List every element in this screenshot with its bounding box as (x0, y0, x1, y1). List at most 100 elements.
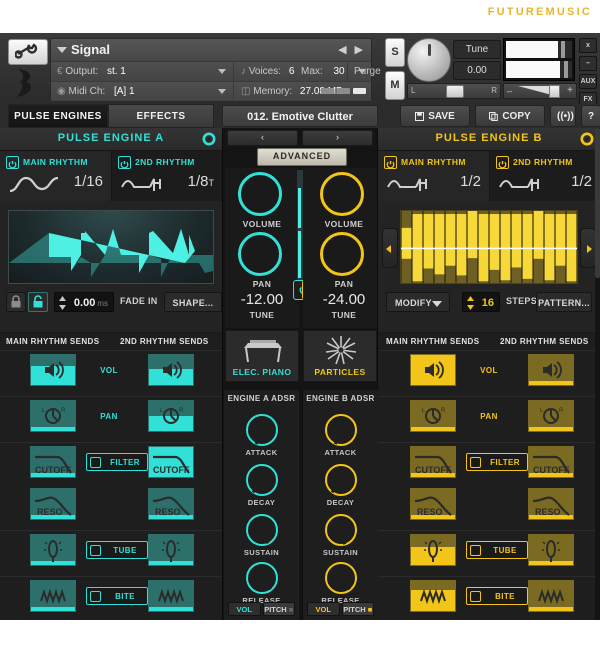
scrollbar-thumb[interactable] (595, 128, 600, 278)
solo-button[interactable]: S (385, 38, 405, 67)
power-icon[interactable] (118, 156, 131, 169)
engine-a-attack-knob[interactable] (245, 414, 278, 446)
send-slot-second[interactable]: RESO (528, 488, 574, 520)
engine-b-pan-knob[interactable] (320, 232, 364, 276)
engine-b-attack-knob[interactable] (324, 414, 357, 446)
help-button[interactable]: ? (581, 105, 600, 127)
engine-b-second-rhythm[interactable]: 2ND RHYTHM 1/2 (489, 151, 600, 201)
preset-name[interactable]: 012. Emotive Clutter (222, 105, 378, 127)
engine-b-decay-knob[interactable] (324, 464, 357, 496)
engine-b-second-division[interactable]: 1/2 (571, 173, 592, 190)
shape-button[interactable]: SHAPE... (164, 292, 222, 312)
engine-a-pan-knob[interactable] (238, 232, 282, 276)
engine-a-second-division[interactable]: 1/8T (188, 173, 214, 190)
send-slot-second[interactable] (148, 354, 194, 386)
engine-b-main-rhythm[interactable]: MAIN RHYTHM 1/2 (378, 151, 489, 201)
engine-b-sustain-knob[interactable] (324, 514, 357, 546)
engine-b-step-sequencer[interactable] (400, 210, 578, 284)
tab-pulse-engines[interactable]: PULSE ENGINES (8, 104, 108, 128)
fade-in-value-field[interactable]: 0.00 ms (54, 292, 114, 312)
midi-channel-field[interactable]: ◉ Midi Ch: [A] 1 (57, 82, 135, 101)
engine-a-sustain-knob[interactable] (245, 514, 278, 546)
send-slot-second[interactable]: CUTOFF (528, 446, 574, 478)
send-toggle-bite[interactable]: BITE (466, 587, 528, 605)
volume-slider[interactable]: – + (503, 83, 577, 99)
tune-value[interactable]: 0.00 (453, 61, 501, 80)
send-slot-main[interactable]: CUTOFF (30, 446, 76, 478)
power-icon[interactable] (90, 545, 101, 556)
send-slot-main[interactable] (410, 580, 456, 612)
engine-b-tune-value[interactable]: -24.00 (307, 291, 381, 308)
engine-b-release-knob[interactable] (324, 562, 357, 594)
send-slot-main[interactable] (410, 354, 456, 386)
power-icon[interactable] (90, 591, 101, 602)
engine-a-second-rhythm[interactable]: 2ND RHYTHM 1/8T (111, 151, 222, 201)
sequencer-scroll-left[interactable] (382, 228, 398, 268)
midi-dropdown-icon[interactable] (218, 89, 226, 94)
aux-button[interactable]: AUX (579, 74, 597, 89)
send-toggle-filter[interactable]: FILTER (86, 453, 148, 471)
vertical-scrollbar[interactable] (595, 128, 600, 620)
send-slot-main[interactable]: CUTOFF (410, 446, 456, 478)
preset-next-button[interactable]: › (302, 130, 373, 146)
tune-knob[interactable] (407, 38, 451, 82)
modify-dropdown[interactable]: MODIFY (386, 292, 450, 312)
send-slot-main[interactable] (410, 534, 456, 566)
minimize-icon[interactable]: – (579, 56, 597, 71)
send-slot-second[interactable] (148, 580, 194, 612)
engine-b-source-button[interactable]: PARTICLES (303, 330, 377, 382)
send-slot-second[interactable]: LR (528, 400, 574, 432)
purge-dropdown-icon[interactable] (358, 69, 366, 74)
send-toggle-bite[interactable]: BITE (86, 587, 148, 605)
pan-slider[interactable]: L R (407, 83, 501, 99)
copy-button[interactable]: COPY (475, 105, 545, 127)
mute-button[interactable]: M (385, 71, 405, 100)
power-icon[interactable] (384, 156, 397, 169)
engine-a-release-knob[interactable] (245, 562, 278, 594)
next-arrow-icon[interactable]: ▶ (355, 44, 363, 56)
send-slot-main[interactable]: LR (410, 400, 456, 432)
engine-a-main-division[interactable]: 1/16 (74, 173, 103, 190)
send-slot-main[interactable] (30, 354, 76, 386)
lock-open-icon[interactable] (28, 292, 48, 312)
pan-handle[interactable] (446, 85, 464, 98)
send-slot-main[interactable]: RESO (410, 488, 456, 520)
engine-b-vol-mode-button[interactable]: VOL (307, 602, 340, 616)
send-slot-main[interactable]: LR (30, 400, 76, 432)
send-slot-main[interactable]: RESO (30, 488, 76, 520)
save-button[interactable]: SAVE (400, 105, 470, 127)
power-icon[interactable] (496, 156, 509, 169)
engine-a-waveform-display[interactable] (8, 210, 214, 284)
engine-b-pitch-mode-button[interactable]: PITCH ■ (341, 602, 374, 616)
wrench-icon[interactable] (8, 39, 48, 65)
power-icon[interactable] (470, 545, 481, 556)
gear-icon[interactable] (202, 132, 216, 146)
prev-arrow-icon[interactable]: ◀ (338, 44, 346, 56)
engine-a-volume-knob[interactable] (229, 163, 291, 225)
preset-prev-button[interactable]: ‹ (227, 130, 298, 146)
signal-nav[interactable]: ◀ ▶ (330, 43, 363, 56)
send-slot-second[interactable]: RESO (148, 488, 194, 520)
send-slot-second[interactable] (528, 354, 574, 386)
engine-a-decay-knob[interactable] (245, 464, 278, 496)
advanced-button[interactable]: ADVANCED (257, 148, 347, 166)
engine-b-main-division[interactable]: 1/2 (460, 173, 481, 190)
power-icon[interactable] (6, 156, 19, 169)
send-toggle-tube[interactable]: TUBE (466, 541, 528, 559)
pattern-button[interactable]: PATTERN... (536, 292, 592, 312)
lock-closed-icon[interactable] (6, 292, 26, 312)
send-slot-second[interactable] (528, 534, 574, 566)
tweak-icon[interactable]: ((•)) (550, 105, 576, 127)
chevron-down-icon[interactable] (57, 47, 67, 53)
engine-a-vol-mode-button[interactable]: VOL (228, 602, 261, 616)
tab-effects[interactable]: EFFECTS (108, 104, 214, 128)
engine-a-main-rhythm[interactable]: MAIN RHYTHM 1/16 (0, 151, 111, 201)
send-slot-second[interactable]: LR (148, 400, 194, 432)
send-slot-main[interactable] (30, 534, 76, 566)
send-slot-second[interactable]: CUTOFF (148, 446, 194, 478)
send-slot-second[interactable] (148, 534, 194, 566)
power-icon[interactable] (470, 457, 481, 468)
engine-a-tune-value[interactable]: -12.00 (225, 291, 299, 308)
engine-b-volume-knob[interactable] (320, 172, 364, 216)
power-icon[interactable] (90, 457, 101, 468)
